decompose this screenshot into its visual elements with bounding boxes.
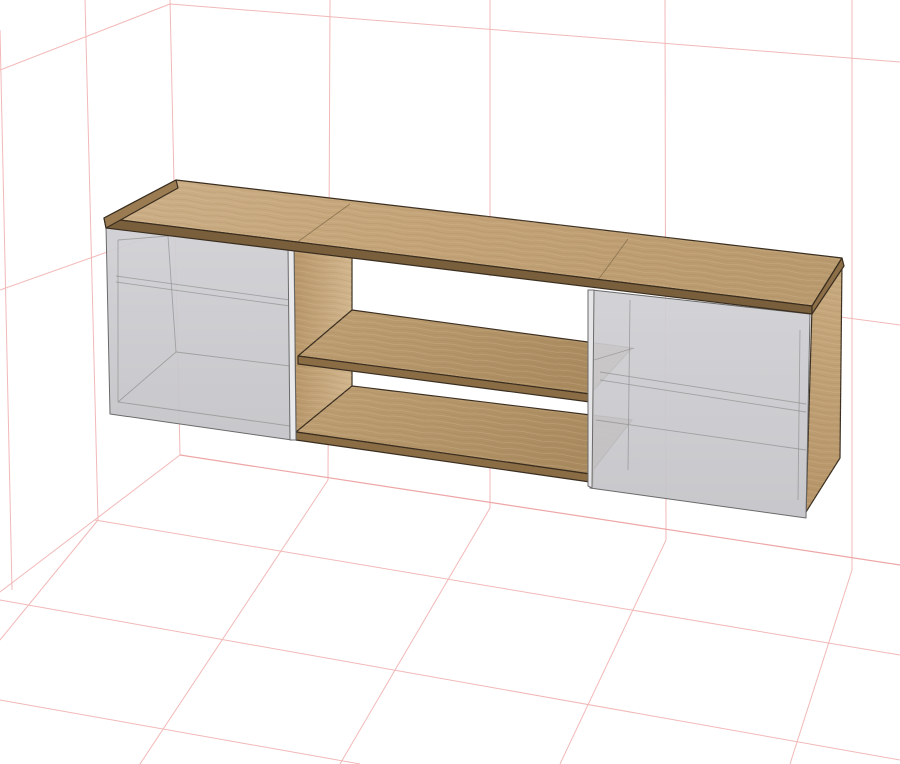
tv-cabinet-model[interactable]	[103, 179, 845, 519]
left-door-edge-highlight	[287, 245, 297, 441]
right-door[interactable]	[589, 289, 811, 519]
left-door[interactable]	[105, 225, 293, 441]
3d-scene-canvas[interactable]	[0, 0, 900, 764]
3d-viewport[interactable]	[0, 0, 900, 764]
